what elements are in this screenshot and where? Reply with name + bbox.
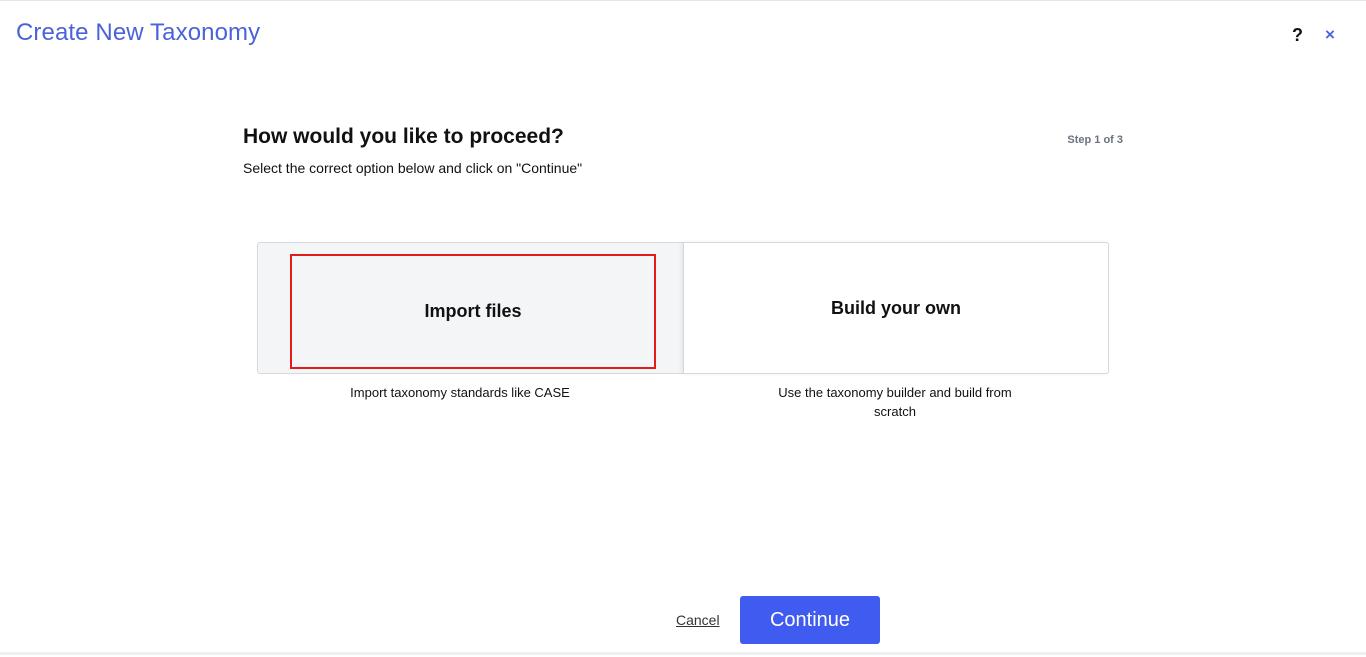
close-icon[interactable]: × (1325, 25, 1335, 45)
cancel-link[interactable]: Cancel (676, 612, 720, 628)
option-import-files[interactable]: Import files (290, 254, 656, 369)
help-icon[interactable]: ? (1292, 25, 1303, 45)
option-import-files-label: Import files (424, 301, 522, 321)
option-build-your-own[interactable]: Build your own (683, 242, 1109, 374)
wizard-heading: How would you like to proceed? (243, 125, 564, 148)
step-indicator: Step 1 of 3 (1067, 134, 1123, 146)
continue-button[interactable]: Continue (740, 596, 880, 644)
option-build-your-own-description: Use the taxonomy builder and build from … (778, 385, 1012, 419)
option-selector: Import files Build your own (257, 242, 1109, 374)
create-taxonomy-modal: Create New Taxonomy ? × How would you li… (0, 0, 1366, 655)
modal-title: Create New Taxonomy (16, 19, 261, 46)
option-build-your-own-label: Build your own (831, 297, 961, 318)
wizard-instructions: Select the correct option below and clic… (243, 160, 583, 176)
option-import-files-description: Import taxonomy standards like CASE (350, 385, 570, 400)
